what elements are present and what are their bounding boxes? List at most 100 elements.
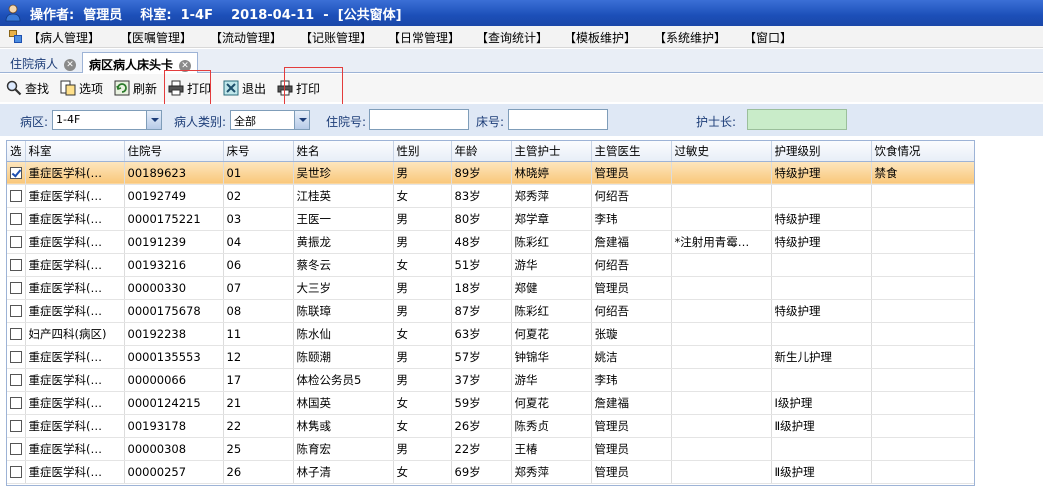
- col-bed-no[interactable]: 床号: [223, 141, 294, 162]
- table-cell: 重症医学科(…: [25, 391, 125, 415]
- col-admission-no[interactable]: 住院号: [124, 141, 224, 162]
- search-button[interactable]: 查找: [6, 79, 49, 97]
- table-row[interactable]: 妇产四科(病区) 00192238 11 陈水仙女 63岁 何夏花 张璇: [7, 322, 974, 346]
- chevron-down-icon[interactable]: [294, 111, 309, 129]
- table-row[interactable]: 重症医学科(… 0000175221 03 王医一男 80岁 郑学章 李玮 特级护理: [7, 207, 974, 231]
- row-checkbox[interactable]: [10, 282, 22, 294]
- row-checkbox[interactable]: [10, 443, 22, 455]
- table-cell: 陈颐潮: [293, 345, 394, 369]
- refresh-icon: [114, 80, 130, 96]
- table-cell: 04: [223, 230, 294, 254]
- table-cell: 男: [393, 161, 452, 185]
- table-row[interactable]: 重症医学科(… 00000330 07 大三岁男 18岁 郑健 管理员: [7, 276, 974, 300]
- table-cell: [671, 276, 772, 300]
- table-cell: 姚洁: [591, 345, 672, 369]
- title-bar: 操作者: 管理员 科室: 1-4F 2018-04-11 - [公共窗体]: [0, 0, 1043, 26]
- col-sex[interactable]: 性别: [393, 141, 452, 162]
- row-checkbox[interactable]: [10, 167, 22, 179]
- table-cell: 女: [393, 253, 452, 277]
- table-cell: 管理员: [591, 414, 672, 438]
- table-cell: 特级护理: [771, 299, 872, 323]
- row-checkbox[interactable]: [10, 466, 22, 478]
- options-button[interactable]: 选项: [60, 79, 103, 97]
- col-name[interactable]: 姓名: [293, 141, 394, 162]
- menu-templates[interactable]: 【模板维护】: [564, 29, 636, 46]
- col-diet[interactable]: 饮食情况: [871, 141, 974, 162]
- table-cell: 江桂英: [293, 184, 394, 208]
- row-checkbox[interactable]: [10, 236, 22, 248]
- row-checkbox[interactable]: [10, 305, 22, 317]
- close-icon[interactable]: ✕: [64, 59, 77, 71]
- menu-flow[interactable]: 【流动管理】: [210, 29, 282, 46]
- table-cell: [771, 276, 872, 300]
- table-cell: 07: [223, 276, 294, 300]
- row-checkbox[interactable]: [10, 190, 22, 202]
- table-row[interactable]: 重症医学科(… 00193178 22 林隽彧女 26岁 陈秀贞 管理员 Ⅱ级护理: [7, 414, 974, 438]
- chevron-down-icon[interactable]: [146, 111, 161, 129]
- patient-type-select[interactable]: 全部: [230, 110, 310, 130]
- head-nurse-input[interactable]: [747, 109, 847, 130]
- row-checkbox[interactable]: [10, 213, 22, 225]
- row-select-cell: [7, 184, 26, 208]
- col-care-level[interactable]: 护理级别: [771, 141, 872, 162]
- table-row[interactable]: 重症医学科(… 00191239 04 黄振龙男 48岁 陈彩红 詹建福 *注射用青霉… 特级护…: [7, 230, 974, 254]
- table-row[interactable]: 重症医学科(… 00193216 06 蔡冬云女 51岁 游华 何绍吾: [7, 253, 974, 277]
- row-checkbox[interactable]: [10, 420, 22, 432]
- table-cell: 郑秀萍: [511, 184, 592, 208]
- row-checkbox[interactable]: [10, 328, 22, 340]
- menu-window[interactable]: 【窗口】: [744, 29, 792, 46]
- table-cell: 重症医学科(…: [25, 184, 125, 208]
- table-cell: 37岁: [451, 368, 512, 392]
- row-checkbox[interactable]: [10, 397, 22, 409]
- menu-patient[interactable]: 【病人管理】: [28, 29, 100, 46]
- table-cell: 48岁: [451, 230, 512, 254]
- table-cell: 00000257: [124, 460, 224, 484]
- col-department[interactable]: 科室: [25, 141, 125, 162]
- refresh-label: 刷新: [133, 81, 158, 96]
- table-cell: 22: [223, 414, 294, 438]
- patient-type-value: 全部: [234, 115, 256, 128]
- menu-query[interactable]: 【查询统计】: [476, 29, 548, 46]
- row-checkbox[interactable]: [10, 259, 22, 271]
- ward-label: 病区:: [20, 115, 49, 129]
- table-cell: 李玮: [591, 207, 672, 231]
- menu-billing[interactable]: 【记账管理】: [300, 29, 372, 46]
- menu-bar: 【病人管理】 【医嘱管理】 【流动管理】 【记账管理】 【日常管理】 【查询统计…: [0, 26, 1043, 48]
- ward-select[interactable]: 1-4F: [52, 110, 162, 130]
- bed-no-input[interactable]: [508, 109, 608, 130]
- table-cell: 男: [393, 368, 452, 392]
- menu-orders[interactable]: 【医嘱管理】: [120, 29, 192, 46]
- table-row[interactable]: 重症医学科(… 00189623 01 吴世珍男 89岁 林晓婷 管理员 特级护理 禁食: [7, 161, 974, 185]
- table-cell: 林国英: [293, 391, 394, 415]
- table-row[interactable]: 重症医学科(… 00000066 17 体检公务员5 男 37岁 游华 李玮: [7, 368, 974, 392]
- exit-button[interactable]: 退出: [223, 79, 266, 97]
- tab-inpatients[interactable]: 住院病人 ✕: [4, 52, 82, 73]
- table-row[interactable]: 重症医学科(… 0000175678 08 陈联璋男 87岁 陈彩红 何绍吾 特级护理: [7, 299, 974, 323]
- col-allergy[interactable]: 过敏史: [671, 141, 772, 162]
- table-cell: 女: [393, 460, 452, 484]
- refresh-button[interactable]: 刷新: [114, 79, 157, 97]
- col-nurse[interactable]: 主管护士: [511, 141, 592, 162]
- table-row[interactable]: 重症医学科(… 0000124215 21 林国英女 59岁 何夏花 詹建福 Ⅰ级护理: [7, 391, 974, 415]
- table-cell: 詹建福: [591, 391, 672, 415]
- col-select[interactable]: 选: [7, 141, 26, 162]
- table-cell: 大三岁: [293, 276, 394, 300]
- col-age[interactable]: 年龄: [451, 141, 512, 162]
- menu-system[interactable]: 【系统维护】: [654, 29, 726, 46]
- table-cell: 陈联璋: [293, 299, 394, 323]
- row-select-cell: [7, 161, 26, 185]
- row-checkbox[interactable]: [10, 351, 22, 363]
- table-cell: [671, 207, 772, 231]
- menu-daily[interactable]: 【日常管理】: [388, 29, 460, 46]
- table-row[interactable]: 重症医学科(… 00192749 02 江桂英女 83岁 郑秀萍 何绍吾: [7, 184, 974, 208]
- table-row[interactable]: 重症医学科(… 00000257 26 林子清女 69岁 郑秀萍 管理员 Ⅱ级护理: [7, 460, 974, 484]
- admission-no-input[interactable]: [369, 109, 469, 130]
- table-cell: 何绍吾: [591, 184, 672, 208]
- mdi-window-icon[interactable]: [9, 30, 22, 43]
- row-checkbox[interactable]: [10, 374, 22, 386]
- col-doctor[interactable]: 主管医生: [591, 141, 672, 162]
- table-cell: 重症医学科(…: [25, 437, 125, 461]
- table-row[interactable]: 重症医学科(… 00000308 25 陈育宏男 22岁 王椿 管理员: [7, 437, 974, 461]
- table-cell: 00192238: [124, 322, 224, 346]
- table-row[interactable]: 重症医学科(… 0000135553 12 陈颐潮男 57岁 钟锦华 姚洁 新生儿护理: [7, 345, 974, 369]
